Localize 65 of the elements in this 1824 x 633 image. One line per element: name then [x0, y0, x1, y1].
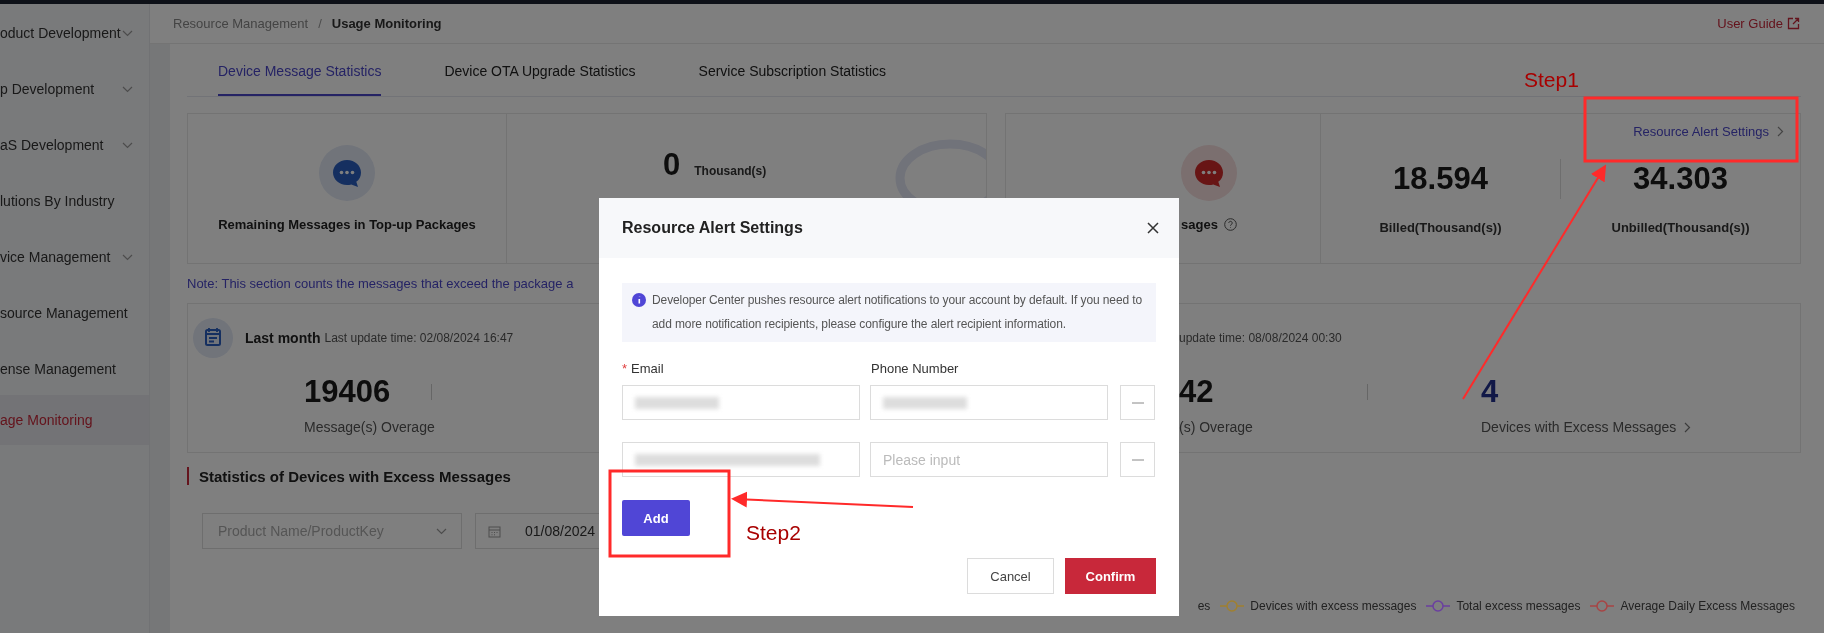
email-input[interactable]: [622, 442, 860, 477]
overage-value: 42: [1179, 376, 1215, 407]
remove-button[interactable]: [1120, 442, 1155, 477]
overage-label: (s) Overage: [1179, 419, 1254, 435]
billed-label: Billed(Thousand(s)): [1379, 219, 1502, 235]
tab[interactable]: Device OTA Upgrade Statistics: [444, 44, 636, 96]
package-value: 0: [663, 149, 681, 180]
minus-icon: [1131, 401, 1144, 404]
info-icon: [632, 293, 646, 307]
phone-label: Phone Number: [871, 361, 959, 377]
alert-settings-link[interactable]: Resource Alert Settings: [1633, 124, 1784, 139]
chevron-right-icon: [1684, 421, 1692, 433]
card-label: Remaining Messages in Top-up Packages: [218, 217, 476, 232]
card-label: sages: [1181, 217, 1237, 232]
sidebar-item[interactable]: p Development: [0, 61, 149, 117]
sidebar-item[interactable]: age Monitoring: [0, 395, 149, 445]
device-count: 4: [1481, 376, 1500, 407]
sidebar-item[interactable]: aS Development: [0, 117, 149, 173]
calendar-icon: [193, 318, 233, 358]
devices-link[interactable]: Devices with Excess Messages: [1481, 419, 1692, 435]
required-mark: *: [622, 361, 628, 377]
help-icon[interactable]: [1223, 218, 1237, 231]
billed-value: 18.594: [1393, 162, 1488, 194]
breadcrumb-item: Usage Monitoring: [331, 16, 442, 31]
tab[interactable]: Service Subscription Statistics: [698, 44, 887, 96]
add-button[interactable]: Add: [622, 500, 690, 536]
chat-bubble-icon: [319, 145, 375, 201]
overage-value: 19406: [304, 376, 392, 407]
sidebar-item[interactable]: vice Management: [0, 229, 149, 285]
legend-label: Average Daily Excess Messages: [1620, 599, 1795, 613]
remove-button[interactable]: [1120, 385, 1155, 420]
info-text: Developer Center pushes resource alert notifications to your account by default. If you need to add more notification recipients, please configure the alert recipient information.: [652, 292, 1144, 333]
phone-input[interactable]: [870, 385, 1108, 420]
update-time: Last update time: 02/08/2024 16:47: [324, 331, 514, 345]
legend-label: Total excess messages: [1456, 599, 1581, 613]
update-time: update time: 08/08/2024 00:30: [1179, 331, 1342, 345]
user-guide-link[interactable]: User Guide: [1717, 16, 1800, 31]
sidebar-item[interactable]: lutions By Industry: [0, 173, 149, 229]
calendar-icon: [488, 524, 501, 538]
chevron-down-icon: [436, 527, 447, 535]
unbilled-label: Unbilled(Thousand(s)): [1611, 219, 1750, 235]
chevron-right-icon: [1777, 126, 1784, 137]
close-icon: [1147, 222, 1159, 234]
legend-label: Devices with excess messages: [1250, 599, 1417, 613]
chat-bubble-icon: [1181, 145, 1237, 201]
breadcrumb-item[interactable]: Resource Management: [173, 16, 309, 31]
step-label: Step1: [1524, 69, 1579, 90]
tab[interactable]: Device Message Statistics: [218, 44, 382, 96]
confirm-button[interactable]: Confirm: [1065, 558, 1156, 594]
close-button[interactable]: [1145, 220, 1161, 236]
step-label: Step2: [746, 522, 801, 543]
minus-icon: [1131, 458, 1144, 461]
unit-label: Thousand(s): [694, 164, 767, 178]
legend-label: es: [1197, 599, 1211, 613]
note-text: Note: This section counts the messages that exceed the package a: [187, 276, 575, 292]
sidebar-item[interactable]: oduct Development: [0, 5, 149, 61]
cancel-button[interactable]: Cancel: [967, 558, 1054, 594]
period-title: Last month: [245, 330, 321, 346]
external-link-icon: [1787, 17, 1800, 30]
sidebar-item[interactable]: source Management: [0, 285, 149, 341]
email-label: Email: [631, 361, 664, 377]
email-input[interactable]: [622, 385, 860, 420]
dialog-title: Resource Alert Settings: [622, 219, 803, 237]
unbilled-value: 34.303: [1633, 162, 1728, 194]
breadcrumb-separator: /: [318, 16, 322, 31]
